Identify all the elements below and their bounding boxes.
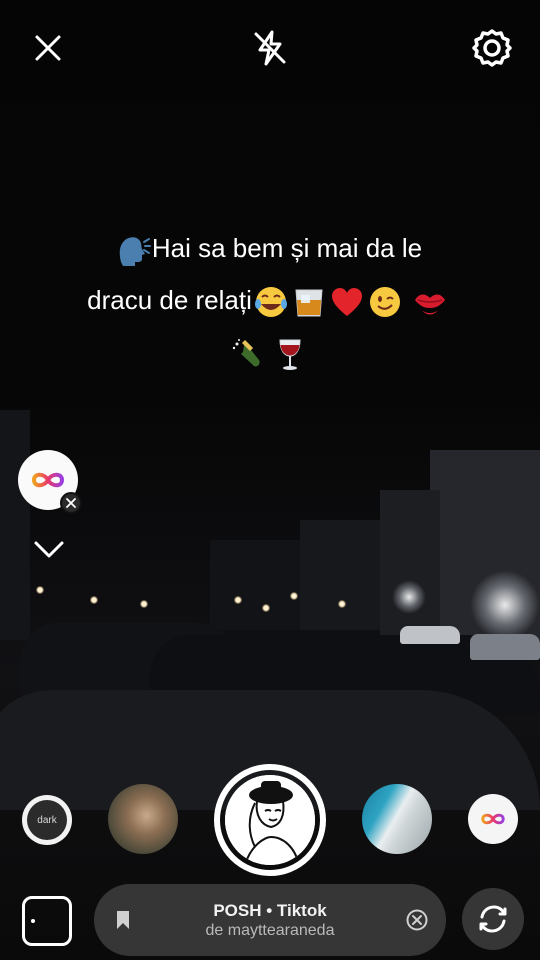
effect-fashion-thumbnail [225, 775, 315, 865]
shutter-button[interactable] [214, 764, 326, 876]
effect-dark-label: dark [27, 800, 67, 840]
window-light [90, 596, 98, 604]
gallery-button[interactable] [22, 896, 72, 946]
speaking-head-icon [119, 237, 151, 267]
effect-dark[interactable]: dark [22, 795, 72, 845]
effect-ocean-thumbnail[interactable] [362, 784, 432, 854]
flash-off-icon [254, 30, 286, 66]
flash-button[interactable] [248, 26, 292, 70]
window-light [36, 586, 44, 594]
building [380, 490, 440, 640]
window-light [234, 596, 242, 604]
music-title: POSH • Tiktok [213, 901, 327, 920]
flip-camera-icon [479, 905, 507, 933]
close-icon [35, 35, 61, 61]
music-artist: de mayttearaneda [205, 922, 335, 939]
infinity-icon [481, 813, 505, 825]
infinity-icon [31, 472, 65, 488]
building [300, 520, 380, 630]
close-icon [66, 498, 76, 508]
caption-line-2: dracu de relați [18, 274, 518, 326]
laughing-tears-icon [254, 287, 287, 318]
remove-music-icon[interactable] [406, 909, 428, 931]
settings-button[interactable] [470, 26, 514, 70]
winking-face-icon [369, 287, 400, 318]
building [210, 540, 300, 630]
gallery-dot [31, 919, 35, 923]
window-light [262, 604, 270, 612]
wine-glass-icon [278, 339, 301, 371]
window-light [338, 600, 346, 608]
gear-icon [472, 29, 512, 67]
remove-effect-button[interactable] [60, 492, 82, 514]
window-light [290, 592, 298, 600]
fashion-sketch-icon [225, 775, 315, 865]
champagne-bottle-icon [232, 339, 260, 367]
street-light [470, 570, 540, 640]
kiss-lips-icon [414, 294, 445, 315]
effect-face-thumbnail[interactable] [108, 784, 178, 854]
car [470, 634, 540, 660]
red-heart-icon [331, 288, 362, 317]
close-button[interactable] [26, 26, 70, 70]
car [400, 626, 460, 644]
building [0, 410, 30, 640]
caption-overlay: Hai sa bem și mai da le dracu de relați [18, 222, 518, 378]
music-selector[interactable]: POSH • Tiktok de mayttearaneda [94, 884, 446, 956]
flip-camera-button[interactable] [462, 888, 524, 950]
caption-line-3 [18, 326, 518, 378]
chevron-down-icon[interactable] [32, 534, 66, 564]
caption-line-1: Hai sa bem și mai da le [18, 222, 518, 274]
window-light [140, 600, 148, 608]
caption-text-2: dracu de relați [87, 285, 252, 315]
caption-text-1: Hai sa bem și mai da le [151, 233, 423, 263]
street-light [392, 580, 426, 614]
whisky-glass-icon [295, 289, 323, 317]
effect-infinity[interactable] [468, 794, 518, 844]
